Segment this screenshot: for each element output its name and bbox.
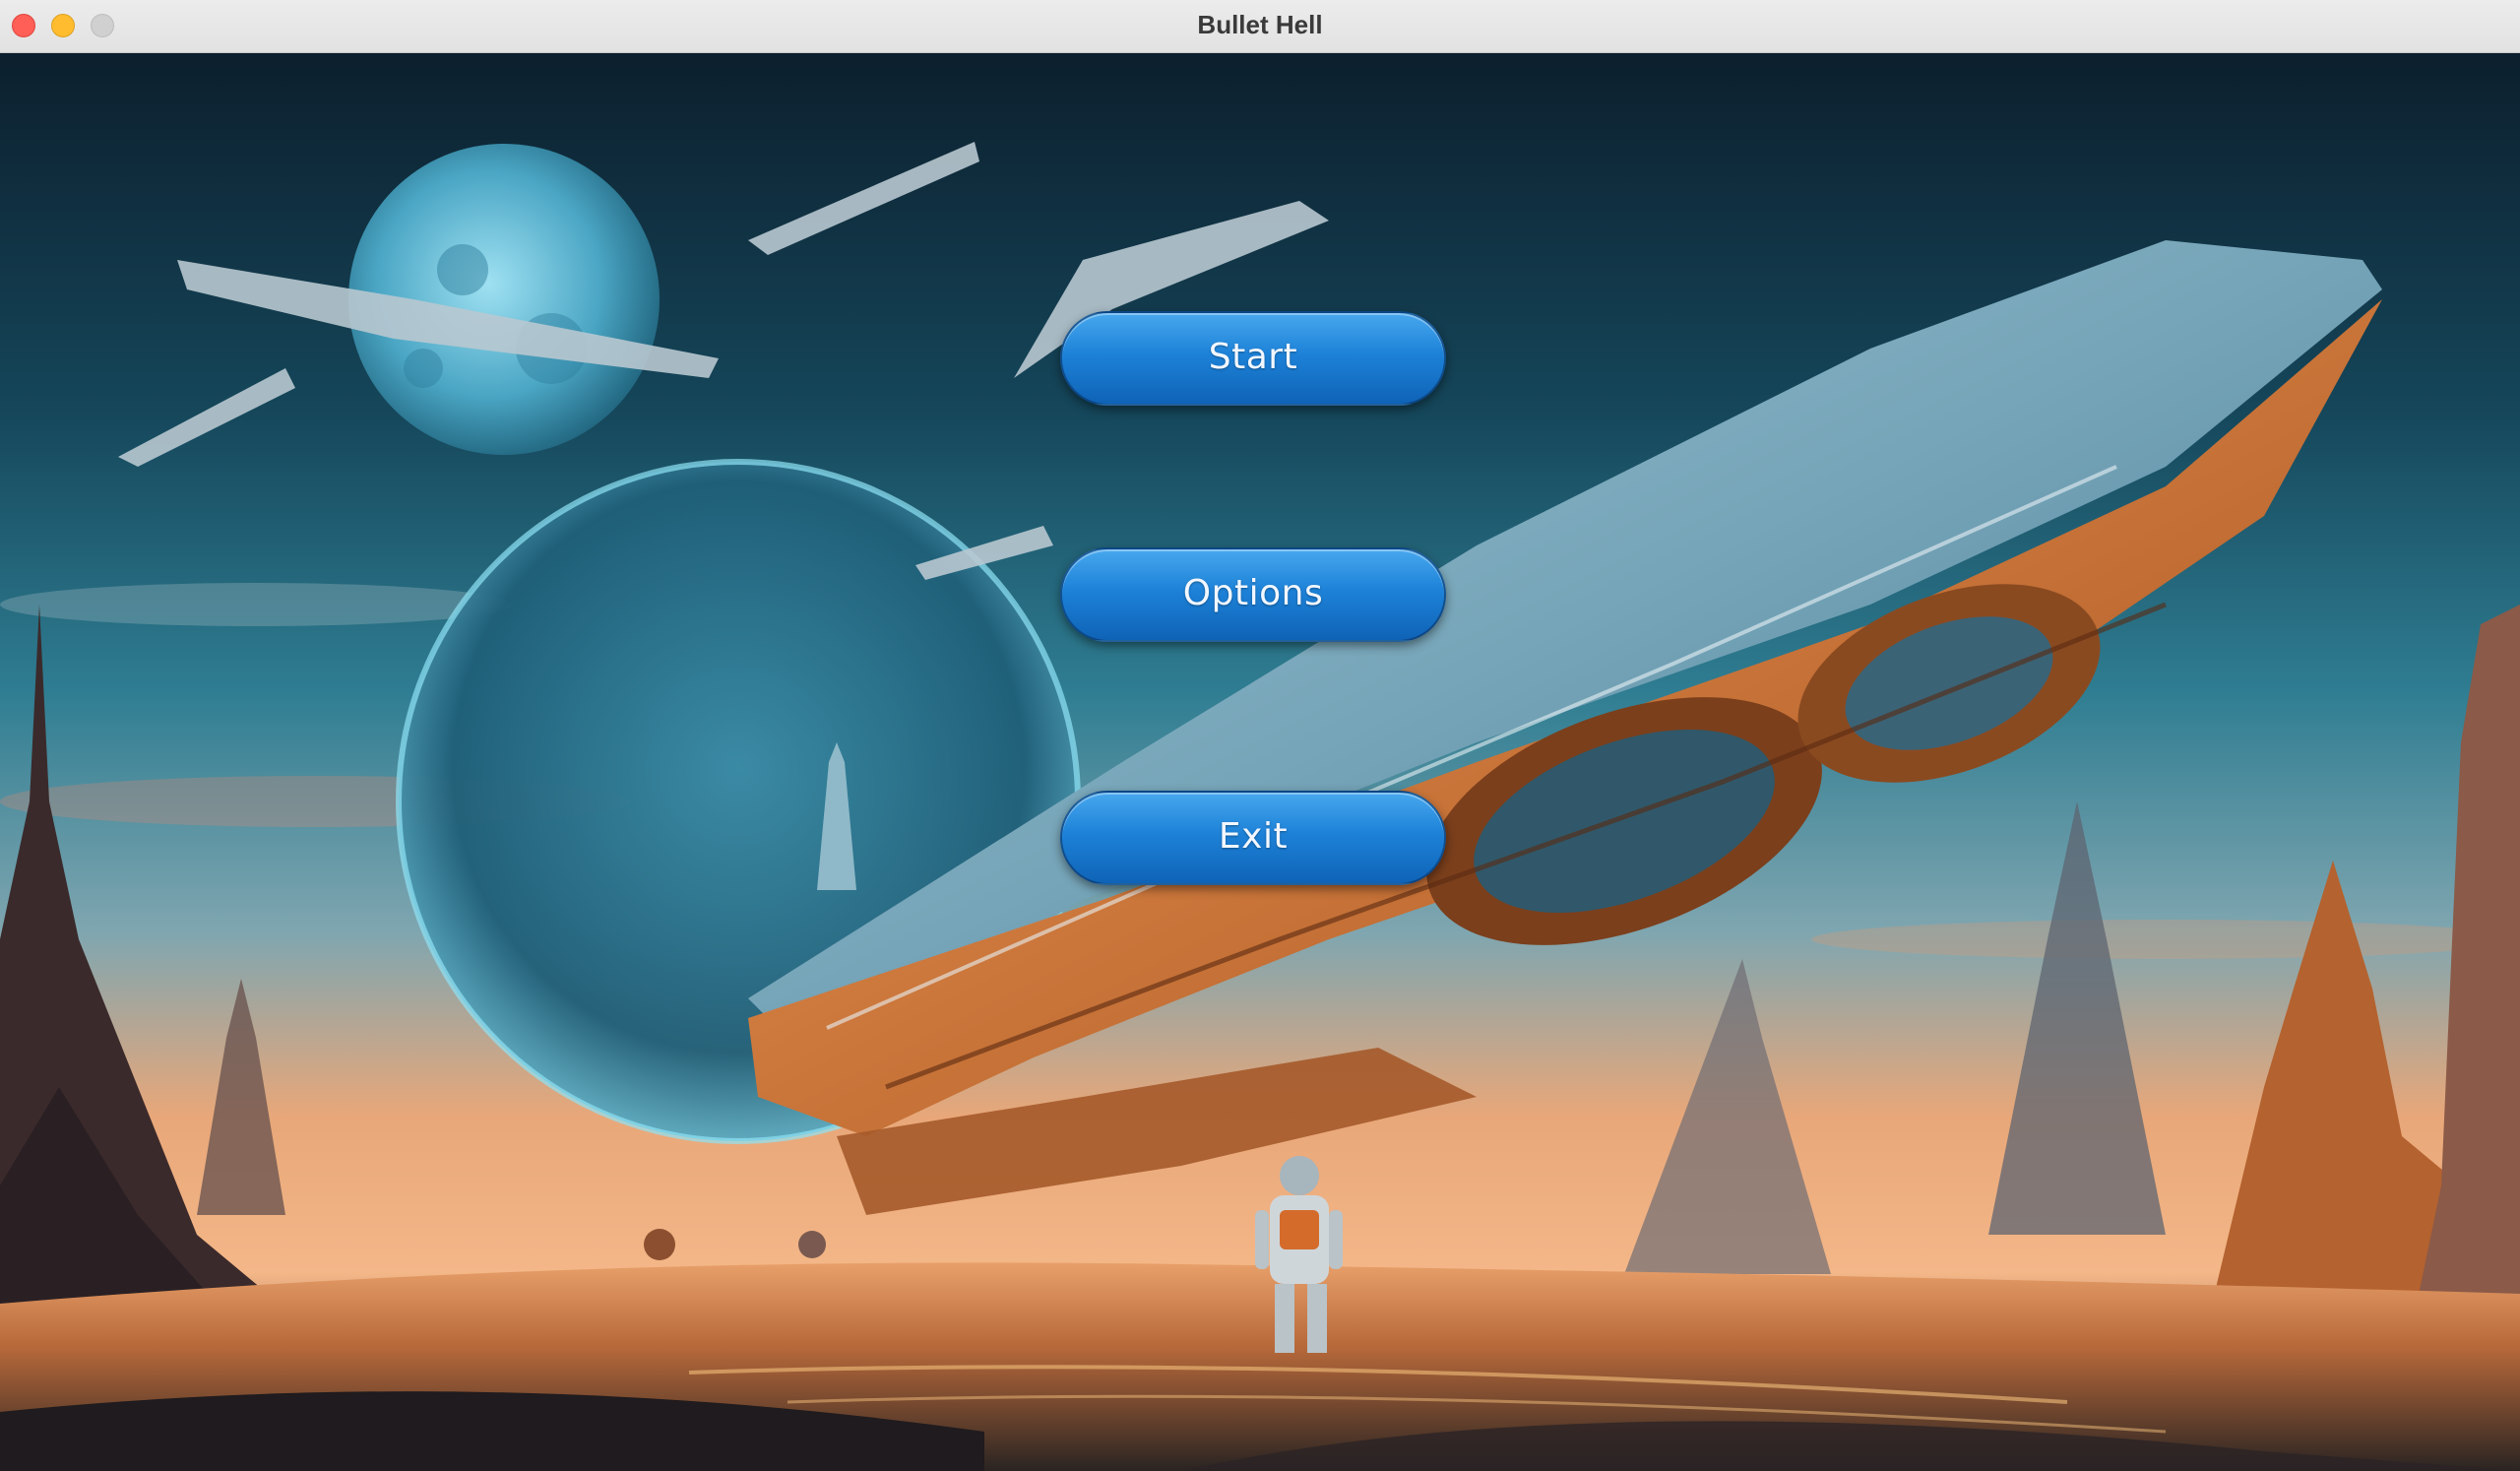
app-window: Bullet Hell Start Options Exit (0, 0, 2520, 1471)
main-menu-background (0, 53, 2520, 1471)
start-button[interactable]: Start (1060, 311, 1446, 406)
exit-button[interactable]: Exit (1060, 791, 1446, 885)
options-button[interactable]: Options (1060, 547, 1446, 642)
title-bar[interactable]: Bullet Hell (0, 0, 2520, 53)
space-scene-illustration (0, 53, 2520, 1471)
window-title: Bullet Hell (1197, 10, 1323, 39)
